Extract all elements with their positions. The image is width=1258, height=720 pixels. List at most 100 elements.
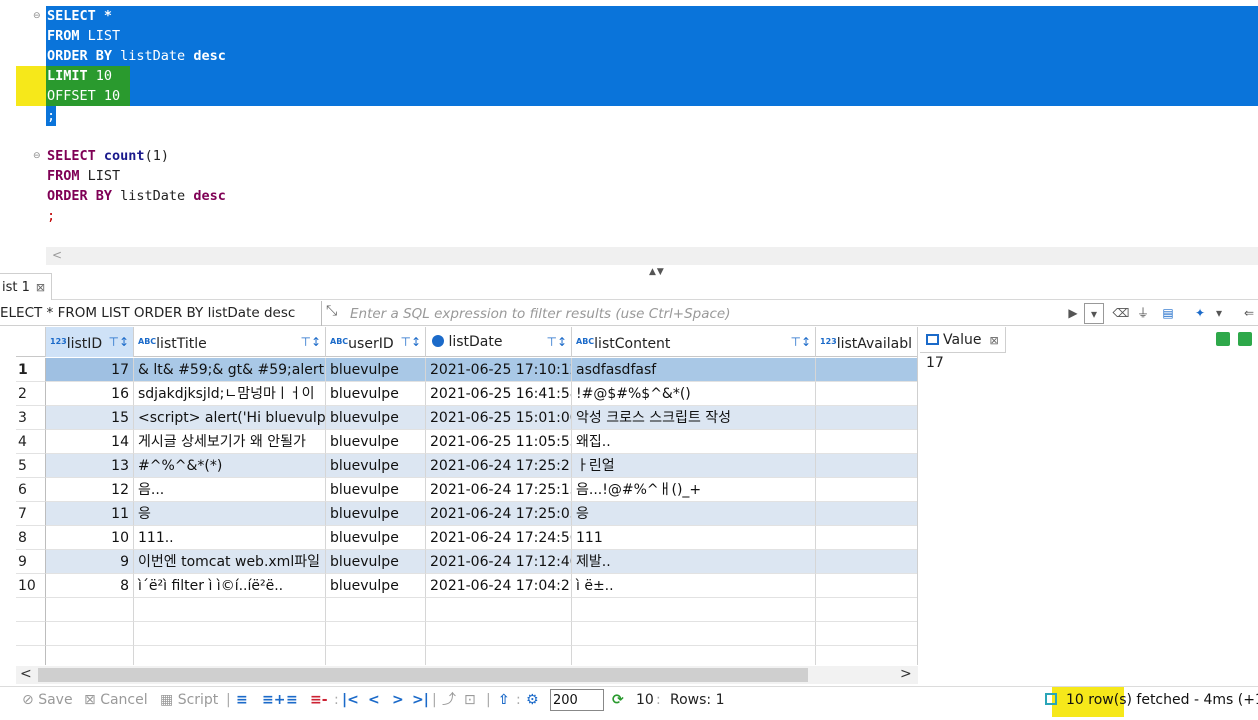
chevron-down-icon[interactable]: ▾: [1212, 303, 1226, 324]
table-cell[interactable]: 11: [46, 502, 134, 526]
table-cell[interactable]: [816, 526, 917, 550]
table-cell[interactable]: & lt& #59;& gt& #59;alert&: [134, 358, 326, 382]
scroll-left-icon[interactable]: <: [52, 248, 62, 262]
table-cell[interactable]: 응: [572, 502, 816, 526]
row-number[interactable]: 4: [16, 430, 46, 454]
filter-expand-icon[interactable]: ⤡: [326, 303, 337, 319]
row-number[interactable]: 8: [16, 526, 46, 550]
back-icon[interactable]: ⇐: [1240, 303, 1258, 324]
column-header-listtitle[interactable]: ABClistTitle ⊤↕: [134, 327, 326, 357]
table-row[interactable]: 8 10 111.. bluevulpe 2021-06-24 17:24:56 111: [16, 526, 917, 550]
table-cell[interactable]: 게시글 상세보기가 왜 안될가: [134, 430, 326, 454]
scroll-right-icon[interactable]: >: [900, 666, 912, 682]
table-cell[interactable]: [816, 358, 917, 382]
table-row[interactable]: 1 17 & lt& #59;& gt& #59;alert& bluevulpe 20…: [16, 358, 917, 382]
last-page-icon[interactable]: >|: [412, 690, 429, 710]
row-number[interactable]: 2: [16, 382, 46, 406]
edit-row-icon[interactable]: ≡: [236, 690, 248, 710]
fold-toggle-icon[interactable]: ⊖: [33, 6, 43, 26]
table-cell[interactable]: ㅏ린얼: [572, 454, 816, 478]
scroll-left-icon[interactable]: <: [20, 666, 32, 682]
table-row[interactable]: 2 16 sdjakdjksjld;ㄴ맘넝마ㅣㅓ이 bluevulpe 2021-06-…: [16, 382, 917, 406]
filter-settings-icon[interactable]: ⏚: [1134, 303, 1152, 324]
table-cell[interactable]: 16: [46, 382, 134, 406]
table-cell[interactable]: [816, 454, 917, 478]
panels-icon[interactable]: ⊡: [464, 690, 476, 710]
next-icon[interactable]: >: [392, 690, 404, 710]
scrollbar-thumb[interactable]: [38, 668, 808, 682]
fetch-size-input[interactable]: [550, 689, 604, 711]
table-cell[interactable]: bluevulpe: [326, 454, 426, 478]
table-cell[interactable]: sdjakdjksjld;ㄴ맘넝마ㅣㅓ이: [134, 382, 326, 406]
table-cell[interactable]: 왜집..: [572, 430, 816, 454]
sort-filter-icon[interactable]: ⊤↕: [400, 327, 421, 357]
table-cell[interactable]: 2021-06-25 16:41:58: [426, 382, 572, 406]
erase-filter-icon[interactable]: ⌫: [1112, 303, 1130, 324]
script-button[interactable]: ▦ Script: [160, 690, 218, 710]
tools-icon[interactable]: ✦: [1190, 303, 1210, 324]
table-cell[interactable]: ì´ë²ì filter ì ì©í..íë²ë..: [134, 574, 326, 598]
table-cell[interactable]: 2021-06-25 17:10:12: [426, 358, 572, 382]
table-cell[interactable]: 악성 크로스 스크립트 작성: [572, 406, 816, 430]
gear-icon[interactable]: ⚙: [526, 690, 539, 710]
filter-input[interactable]: [350, 303, 1050, 324]
table-row[interactable]: 4 14 게시글 상세보기가 왜 안될가 bluevulpe 2021-06-25 11…: [16, 430, 917, 454]
row-number[interactable]: 9: [16, 550, 46, 574]
delete-row-icon[interactable]: ≡-: [310, 690, 328, 710]
column-header-listcontent[interactable]: ABClistContent ⊤↕: [572, 327, 816, 357]
table-cell[interactable]: 2021-06-24 17:04:27: [426, 574, 572, 598]
table-cell[interactable]: #^%^&*(*): [134, 454, 326, 478]
table-cell[interactable]: 9: [46, 550, 134, 574]
column-header-listavailable[interactable]: 123listAvailabl: [816, 327, 917, 357]
table-cell[interactable]: bluevulpe: [326, 574, 426, 598]
table-cell[interactable]: 2021-06-24 17:12:40: [426, 550, 572, 574]
table-cell[interactable]: bluevulpe: [326, 358, 426, 382]
table-cell[interactable]: 12: [46, 478, 134, 502]
table-cell[interactable]: 2021-06-24 17:25:15: [426, 478, 572, 502]
close-icon[interactable]: ⊠: [36, 281, 45, 294]
table-row[interactable]: 3 15 <script> alert('Hi bluevulpe bluevulpe…: [16, 406, 917, 430]
results-grid[interactable]: 123listID ⊤↕ ABClistTitle ⊤↕ ABCuserID ⊤↕ l…: [16, 327, 918, 665]
first-page-icon[interactable]: |<: [342, 690, 359, 710]
export-icon[interactable]: ⇧: [498, 690, 510, 710]
table-cell[interactable]: 2021-06-24 17:24:56: [426, 526, 572, 550]
table-cell[interactable]: [816, 406, 917, 430]
table-cell[interactable]: 10: [46, 526, 134, 550]
table-cell[interactable]: 음...: [134, 478, 326, 502]
table-cell[interactable]: [816, 502, 917, 526]
table-cell[interactable]: 음...!@#%^ㅐ()_+: [572, 478, 816, 502]
table-cell[interactable]: 111: [572, 526, 816, 550]
panel-toggle-icon[interactable]: ▲▼: [649, 267, 665, 277]
table-cell[interactable]: 13: [46, 454, 134, 478]
table-cell[interactable]: 15: [46, 406, 134, 430]
table-cell[interactable]: bluevulpe: [326, 430, 426, 454]
cancel-button[interactable]: ⊠ Cancel: [84, 690, 148, 710]
grid-horizontal-scrollbar[interactable]: < >: [16, 666, 918, 684]
table-cell[interactable]: 2021-06-24 17:25:03: [426, 502, 572, 526]
sort-filter-icon[interactable]: ⊤↕: [300, 327, 321, 357]
table-cell[interactable]: [816, 382, 917, 406]
table-cell[interactable]: bluevulpe: [326, 478, 426, 502]
column-header-listdate[interactable]: listDate ⊤↕: [426, 327, 572, 357]
row-number[interactable]: 7: [16, 502, 46, 526]
table-row[interactable]: 6 12 음... bluevulpe 2021-06-24 17:25:15 음...!…: [16, 478, 917, 502]
navigate-icon[interactable]: ⤴: [442, 690, 456, 710]
save-as-icon[interactable]: [1238, 332, 1252, 346]
table-cell[interactable]: [816, 478, 917, 502]
sort-filter-icon[interactable]: ⊤↕: [108, 327, 129, 357]
tab-results[interactable]: ist 1 ⊠: [0, 273, 53, 300]
table-cell[interactable]: 111..: [134, 526, 326, 550]
table-cell[interactable]: bluevulpe: [326, 526, 426, 550]
table-cell[interactable]: 14: [46, 430, 134, 454]
refresh-icon[interactable]: ⟳: [612, 690, 624, 710]
row-number[interactable]: 10: [16, 574, 46, 598]
table-cell[interactable]: [816, 574, 917, 598]
table-cell[interactable]: [816, 430, 917, 454]
row-number[interactable]: 5: [16, 454, 46, 478]
sort-filter-icon[interactable]: ⊤↕: [546, 327, 567, 357]
table-cell[interactable]: 응: [134, 502, 326, 526]
table-row[interactable]: 5 13 #^%^&*(*) bluevulpe 2021-06-24 17:25:21…: [16, 454, 917, 478]
row-number[interactable]: 3: [16, 406, 46, 430]
table-cell[interactable]: !#@$#%$^&*(): [572, 382, 816, 406]
previous-icon[interactable]: <: [368, 690, 380, 710]
